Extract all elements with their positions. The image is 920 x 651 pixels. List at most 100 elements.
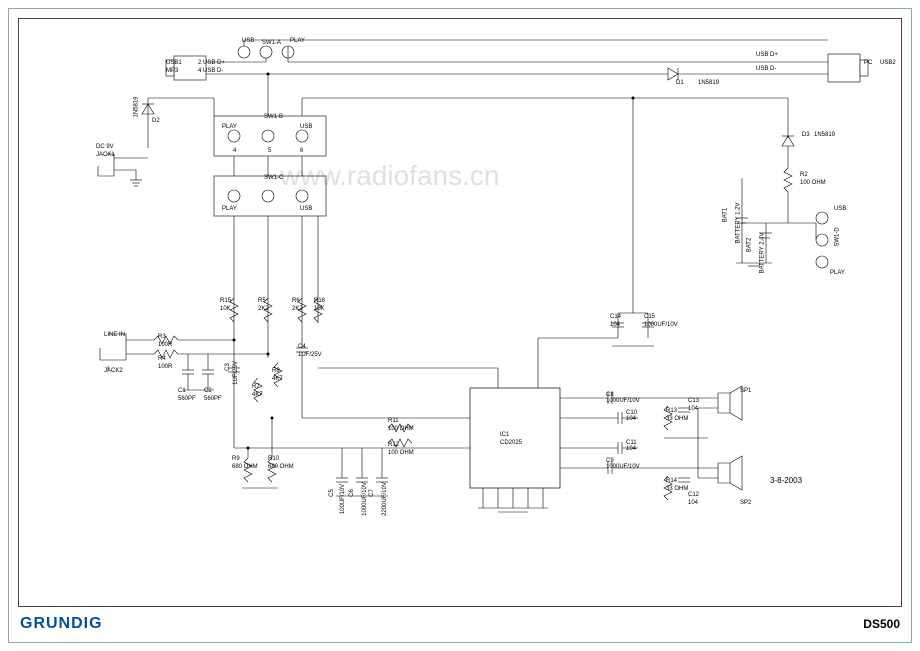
usb-dm: USB D- [756,66,776,72]
schematic-diagram [18,18,902,598]
sw1c-play: PLAY [222,206,237,212]
d2-val: 1N5819 [134,96,140,117]
r3-name: R3 [158,334,166,340]
c3-val: 1UF/25V [233,361,239,385]
r15-val: 10K [220,306,231,312]
sw1b-play: PLAY [222,124,237,130]
r16-name: R16 [314,298,325,304]
r11-val: 100 OHM [388,426,414,432]
c15-val: 1000UF/10V [644,322,678,328]
sw1c-usb: USB [300,206,312,212]
sw1b-usb: USB [300,124,312,130]
r10-name: R10 [268,456,279,462]
sw1a-usb: USB [242,38,254,44]
r6-val: 2K2 [292,306,303,312]
r15-name: R15 [220,298,231,304]
sw1d-name: SW1-D [835,227,841,246]
r12-name: R12 [388,442,399,448]
c13-val: 104 [688,406,698,412]
r8-val: 4K7 [272,376,283,382]
sw1b-pin6: 6 [300,148,303,154]
sw1b-name: SW1-B [264,114,283,120]
ic1-val: CD2025 [500,440,522,446]
d1-name: D1 [676,80,684,86]
r12-val: 100 OHM [388,450,414,456]
c15-name: C15 [644,314,655,320]
c6-val: 1000UF/10V [362,482,368,516]
r7-name: R7 [252,384,260,390]
d1-val: 1N5819 [698,80,719,86]
bat2-name: BAT2 [746,238,752,253]
c1-val: 560PF [178,396,196,402]
usb1-pin2: 2 USB D+ [198,60,225,66]
r9-val: 680 OHM [232,464,258,470]
usb1-pin4: 4 USB D- [198,68,223,74]
model-number: DS500 [863,617,900,631]
r7-val: 4K7 [252,392,263,398]
sw1c-name: SW1-C [264,175,283,181]
jack1-desc: DC 9V [96,144,114,150]
sw1d-usb: USB [834,206,846,212]
c1-name: C1 [178,388,186,394]
jack2-name: JACK2 [104,368,123,374]
r13-val: 33 OHM [666,416,688,422]
date: 3-8-2003 [770,476,802,485]
d3-name: D3 [802,132,810,138]
c5-name: C5 [329,489,335,497]
c10-val: 104 [626,416,636,422]
sw1b-pin5: 5 [268,148,271,154]
r2-name: R2 [800,172,808,178]
r13-name: R13 [666,408,677,414]
usb2-name: USB2 [880,60,896,66]
r14-name: R14 [666,478,677,484]
r11-name: R11 [388,418,399,424]
sp1-name: SP1 [740,388,751,394]
bat1-val: BATTERY 1.2V [736,202,742,243]
brand-logo: GRUNDIG [20,615,103,633]
d2-name: D2 [152,118,160,124]
c7-name: C7 [369,489,375,497]
c12-val: 104 [688,500,698,506]
r8-name: R8 [272,368,280,374]
c2-name: C2 [204,388,212,394]
r5-val: 2K2 [258,306,269,312]
usb1-label: USB1 [166,60,182,66]
c6-name: C6 [349,489,355,497]
sw1d-play: PLAY [830,270,845,276]
c3-name: C3 [225,363,231,371]
sw1a-play: PLAY [290,38,305,44]
c9-val: 1000UF/10V [606,464,640,470]
r2-val: 100 OHM [800,180,826,186]
c12-name: C12 [688,492,699,498]
c11-val: 104 [626,446,636,452]
c2-val: 560PF [204,396,222,402]
usb1-desc: MP3 [166,68,178,74]
ic1-name: IC1 [500,432,509,438]
c5-val: 100UF/10V [340,484,346,514]
d3-val: 1N5819 [814,132,835,138]
jack1-name: JACK1 [96,152,115,158]
bat1-name: BAT1 [722,208,728,223]
r14-val: 33 OHM [666,486,688,492]
sw1a-name: SW1-A [262,40,281,46]
sw1b-pin4: 4 [233,148,236,154]
r4-name: R4 [158,356,166,362]
r16-val: 10K [314,306,325,312]
c8-val: 1000UF/10V [606,398,640,404]
c14-val: 104 [610,322,620,328]
c13-name: C13 [688,398,699,404]
r4-val: 100R [158,364,172,370]
c4-name: C4 [298,344,306,350]
usb2-pc: PC [864,60,872,66]
bat2-val: BATTERY 2.4V [760,232,766,273]
r10-val: 680 OHM [268,464,294,470]
r9-name: R9 [232,456,240,462]
sp2-name: SP2 [740,500,751,506]
r6-name: R6 [292,298,300,304]
c7-val: 2200UF/10V [382,482,388,516]
r3-val: 100R [158,342,172,348]
usb-dp: USB D+ [756,52,778,58]
c14-name: C14 [610,314,621,320]
r5-name: R5 [258,298,266,304]
linein: LINE IN [104,332,125,338]
